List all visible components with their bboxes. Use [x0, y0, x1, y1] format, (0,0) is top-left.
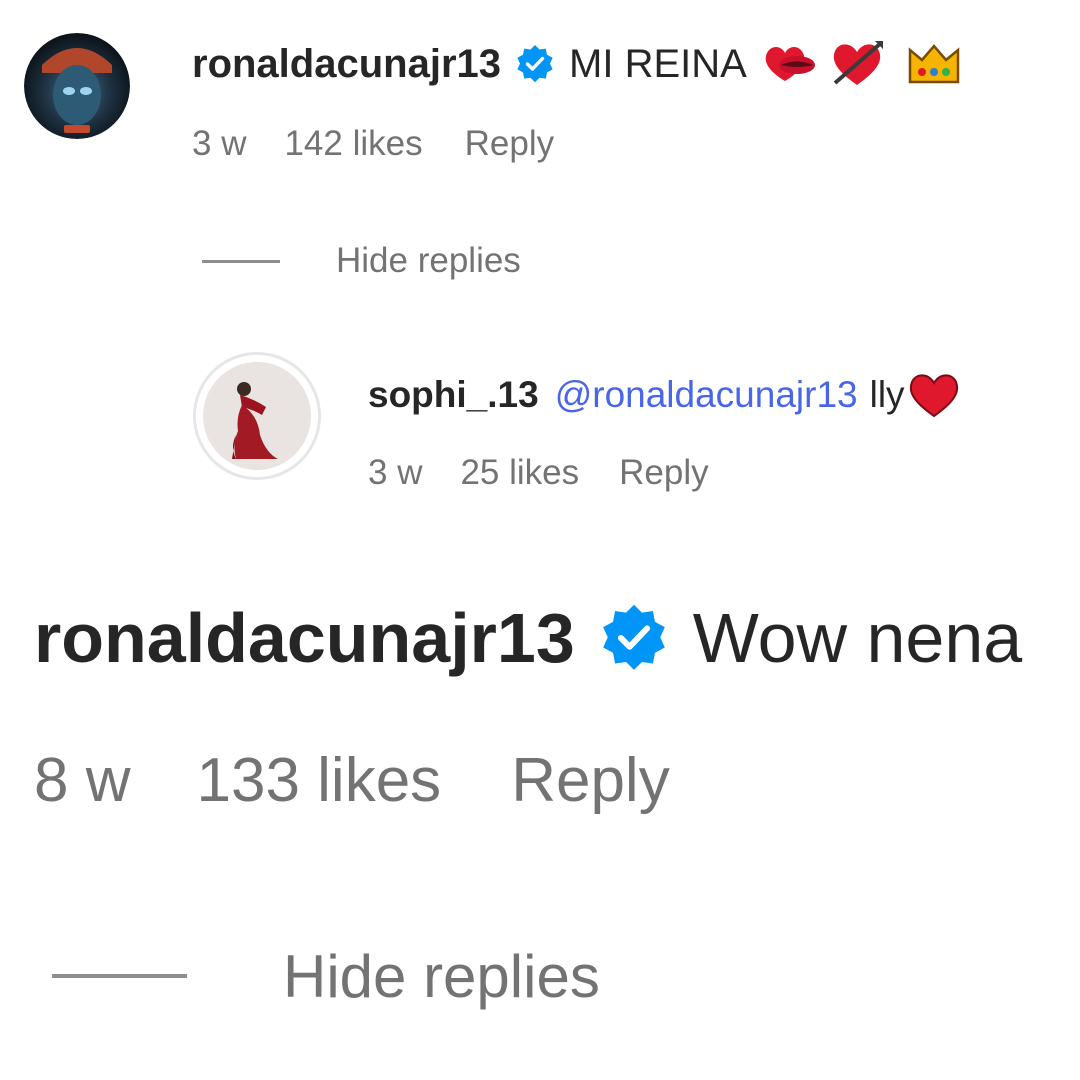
avatar[interactable]	[193, 352, 321, 480]
divider	[202, 259, 280, 263]
lips-heart-emoji	[763, 41, 819, 87]
avatar[interactable]	[24, 33, 130, 139]
comment-meta: 3 w 142 likes Reply	[192, 122, 554, 166]
crown-emoji	[907, 42, 961, 86]
reply-likes[interactable]: 25 likes	[460, 453, 579, 493]
comment-text: MI REINA	[569, 41, 747, 86]
comment-likes[interactable]: 142 likes	[284, 124, 422, 164]
divider	[52, 974, 187, 978]
red-heart-emoji	[907, 371, 961, 419]
verified-badge-icon	[599, 603, 669, 673]
hide-replies-label: Hide replies	[283, 942, 600, 1010]
hide-replies-button[interactable]: Hide replies	[202, 236, 521, 286]
comment-text: Wow nena	[692, 599, 1023, 677]
comment-time: 8 w	[34, 745, 131, 815]
reply-button[interactable]: Reply	[619, 453, 708, 493]
reply-line: sophi_.13 @ronaldacunajr13 lly	[368, 368, 961, 422]
comment-username[interactable]: ronaldacunajr13	[34, 598, 575, 678]
reply-time: 3 w	[368, 453, 423, 492]
comment-line: ronaldacunajr13 MI REINA	[192, 38, 961, 90]
hide-replies-button[interactable]: Hide replies	[52, 936, 600, 1016]
verified-badge-icon	[515, 44, 555, 84]
comment-meta: 8 w 133 likes Reply	[34, 740, 670, 820]
reply-username[interactable]: sophi_.13	[368, 374, 539, 416]
avatar-image	[196, 355, 318, 477]
avatar-image	[24, 33, 130, 139]
comment-likes[interactable]: 133 likes	[196, 745, 441, 816]
hide-replies-label: Hide replies	[336, 241, 521, 280]
mention-link[interactable]: @ronaldacunajr13	[555, 374, 858, 416]
reply-meta: 3 w 25 likes Reply	[368, 450, 709, 496]
comment-username[interactable]: ronaldacunajr13	[192, 42, 501, 87]
reply-text: lly	[869, 374, 905, 415]
comment-line: ronaldacunajr13 Wow nena	[34, 596, 1022, 680]
comment-time: 3 w	[192, 124, 247, 163]
reply-button[interactable]: Reply	[511, 745, 670, 816]
reply-button[interactable]: Reply	[465, 124, 554, 164]
heart-arrow-emoji	[829, 39, 885, 89]
